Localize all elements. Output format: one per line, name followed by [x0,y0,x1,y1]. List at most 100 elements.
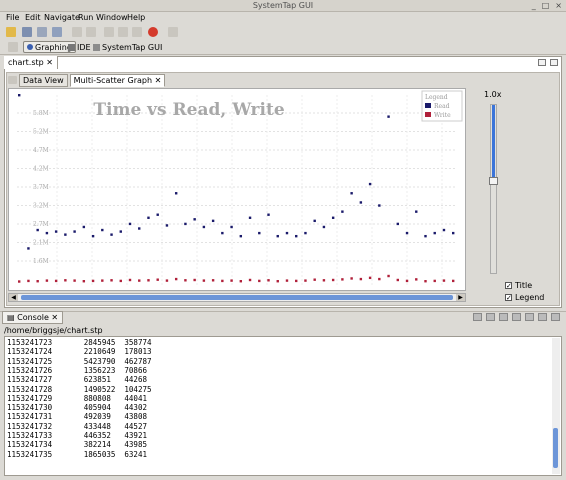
legend-checkbox[interactable]: ✓ Legend [505,293,544,302]
read-point [18,94,21,97]
close-icon[interactable]: × [555,1,562,10]
title-checkbox[interactable]: ✓ Title [505,281,532,290]
copy-icon[interactable] [118,27,128,37]
menu-help[interactable]: Help [127,13,145,22]
write-point [313,278,316,281]
editor-tab-label: chart.stp [8,58,44,67]
stop-icon[interactable] [148,27,158,37]
export-icon[interactable] [86,27,96,37]
read-point [239,234,243,238]
console-path: /home/briggsje/chart.stp [4,326,103,335]
write-point [36,280,39,283]
maximize-view-icon[interactable] [550,59,558,66]
paste-icon[interactable] [132,27,142,37]
console-line: 1153241726 1356223 70866 [7,365,147,375]
scroll-lock-icon[interactable] [486,313,495,321]
maximize-icon[interactable]: □ [542,1,550,10]
graphing-icon [27,44,33,50]
maximize-console-icon[interactable] [551,313,560,321]
menu-file[interactable]: File [6,13,19,22]
write-point [18,280,21,283]
save-as-icon[interactable] [37,27,47,37]
menu-bar: File Edit Navigate Run Window Help [0,12,566,25]
write-point [193,278,196,282]
write-point [239,280,243,283]
write-point [64,279,67,282]
editor-tab-chart[interactable]: chart.stp ✕ [4,56,58,69]
console-output[interactable]: 1153241723 2845945 358774 1153241724 2210… [4,336,562,476]
menu-run[interactable]: Run [78,13,93,22]
perspective-bar: Graphing IDE SystemTap GUI [0,39,566,55]
legend-checkbox-label: Legend [515,293,545,302]
save-all-icon[interactable] [52,27,62,37]
y-tick-label: 2.7M [33,221,49,228]
legend-label-write: Write [434,112,451,119]
write-point [211,279,215,282]
write-point [165,279,169,282]
plot-area[interactable]: Time vs Read, Write 5.8M 5.2M 4.7M 4.2M 3.7M… [8,88,466,291]
minimize-console-icon[interactable] [538,313,547,321]
horizontal-scroll-thumb[interactable] [21,295,453,300]
write-point [442,279,446,282]
read-point [387,115,390,118]
cut-icon[interactable] [104,27,114,37]
tab-multi-scatter-graph[interactable]: Multi-Scatter Graph ✕ [69,74,166,87]
minimize-view-icon[interactable] [538,59,546,66]
menu-edit[interactable]: Edit [25,13,41,22]
read-point [165,224,169,227]
console-scroll-thumb[interactable] [553,428,558,468]
perspective-systemtap[interactable]: SystemTap GUI [90,41,165,53]
menu-navigate[interactable]: Navigate [44,13,80,22]
legend-swatch-read [425,103,431,108]
view-menu-icon[interactable] [8,76,17,84]
read-point [304,231,307,235]
read-point [101,228,104,232]
zoom-slider-knob[interactable] [489,176,498,185]
write-point [285,279,289,282]
console-toolbar [473,313,560,321]
console-tab[interactable]: ▤ Console ✕ [2,311,64,324]
scroll-left-icon[interactable]: ◀ [9,294,18,301]
open-perspective-icon[interactable] [8,42,18,52]
legend-check-box[interactable]: ✓ [505,294,512,302]
read-point [433,231,436,235]
close-tab-icon[interactable]: ✕ [46,58,53,67]
read-point [184,222,187,226]
save-icon[interactable] [22,27,32,37]
read-point [442,228,446,232]
read-point [174,192,178,195]
write-point [359,277,363,281]
y-tick-label: 3.7M [33,184,49,191]
write-point [396,278,399,282]
tab-data-view[interactable]: Data View [19,74,68,87]
refresh-icon[interactable] [168,27,178,37]
open-folder-icon[interactable] [6,27,16,37]
write-point [295,279,298,283]
open-console-icon[interactable] [525,313,534,321]
menu-window[interactable]: Window [96,13,128,22]
pin-console-icon[interactable] [499,313,508,321]
write-point [341,278,344,281]
read-point [119,230,122,233]
y-tick-label: 3.2M [33,203,49,210]
display-console-icon[interactable] [512,313,521,321]
title-check-box[interactable]: ✓ [505,282,512,290]
tab-multi-scatter-label: Multi-Scatter Graph [73,76,153,85]
zoom-slider-fill [492,105,495,181]
print-icon[interactable] [72,27,82,37]
close-graph-tab-icon[interactable]: ✕ [155,76,162,85]
chart-title: Time vs Read, Write [93,100,284,120]
read-point [156,213,159,216]
console-scrollbar[interactable] [552,338,560,474]
write-point [147,279,150,282]
horizontal-scrollbar[interactable]: ◀ ▶ [8,293,466,302]
read-point [396,222,399,226]
window-title: SystemTap GUI [252,1,314,10]
write-point [258,279,261,283]
close-console-icon[interactable]: ✕ [51,313,58,322]
minimize-icon[interactable]: _ [532,1,536,10]
window-controls: _ □ × [532,1,562,10]
scroll-right-icon[interactable]: ▶ [456,294,465,301]
zoom-slider[interactable] [489,104,498,274]
clear-console-icon[interactable] [473,313,482,321]
